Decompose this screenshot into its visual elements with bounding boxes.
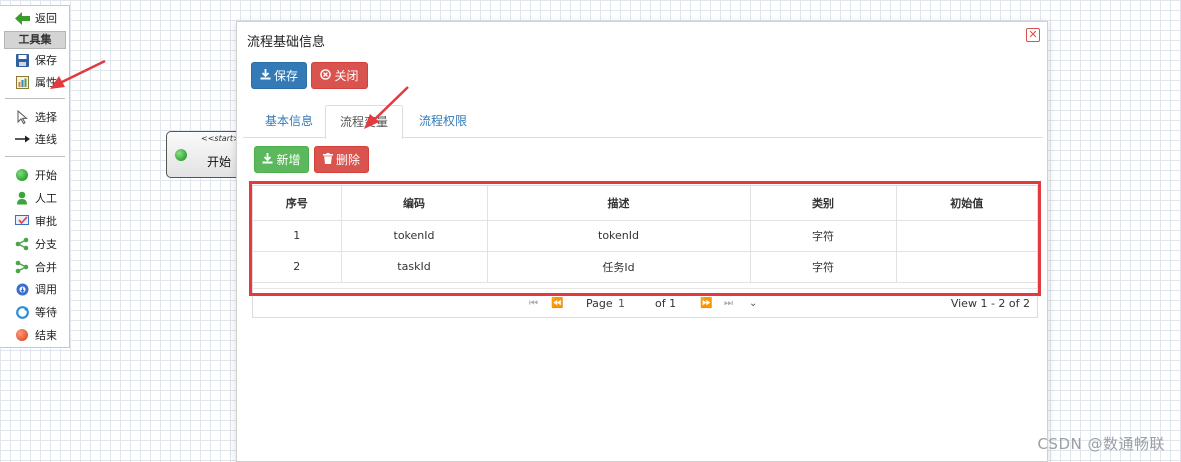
- table-cell: 字符: [750, 220, 897, 252]
- table-cell: 1: [253, 220, 342, 252]
- page-label: Page: [586, 297, 613, 310]
- toolbox-node-subprocess[interactable]: 调用: [14, 280, 70, 298]
- cursor-icon: [14, 109, 30, 125]
- table-cell: [896, 220, 1037, 252]
- connector-arrow-icon: [14, 131, 30, 147]
- table-cell: 字符: [750, 251, 897, 283]
- column-header-description[interactable]: 描述: [487, 186, 751, 221]
- toolbox-panel: 返回 工具集 保存 属性 选择 连线 开始 人工 审批 分支 合并 调用 等待 …: [0, 5, 70, 348]
- toolbox-select[interactable]: 选择: [14, 108, 70, 126]
- toolbox-divider: [5, 156, 65, 157]
- save-button-label: 保存: [273, 69, 298, 83]
- process-info-dialog: 流程基础信息 ✕ 保存 关闭 基本信息 流程变量 流程权限 新增 删除 序号 编…: [236, 21, 1048, 462]
- toolbox-node-start-label: 开始: [35, 169, 57, 182]
- toolbox-connect[interactable]: 连线: [14, 130, 70, 148]
- tab-basic-info[interactable]: 基本信息: [251, 105, 327, 138]
- toolbox-node-end-label: 结束: [35, 329, 57, 342]
- toolbox-properties-label: 属性: [35, 76, 57, 89]
- table-cell: 2: [253, 251, 342, 283]
- download-icon: [262, 152, 273, 167]
- end-node-icon: [14, 327, 30, 343]
- pager: ⏮ ⏪ Page 1 of 1 ⏩ ⏭ ⌄ View 1 - 2 of 2: [252, 288, 1038, 318]
- toolbox-node-join-label: 合并: [35, 261, 57, 274]
- toolbox-node-subprocess-label: 调用: [35, 283, 57, 296]
- start-node-icon: [175, 149, 187, 161]
- toolbox-node-fork[interactable]: 分支: [14, 235, 70, 253]
- delete-button-label: 删除: [335, 153, 360, 167]
- toolbox-back[interactable]: 返回: [14, 9, 70, 27]
- start-node-label: 开始: [207, 155, 232, 169]
- variables-table: 序号 编码 描述 类别 初始值 1 tokenId tokenId 字符 2 t…: [253, 186, 1037, 283]
- toolbox-properties[interactable]: 属性: [14, 73, 70, 91]
- table-header-row: 序号 编码 描述 类别 初始值: [253, 186, 1037, 221]
- trash-icon: [322, 152, 333, 167]
- back-arrow-icon: [14, 10, 30, 26]
- page-input[interactable]: 1: [618, 297, 625, 310]
- toolbox-node-fork-label: 分支: [35, 238, 57, 251]
- table-cell: 任务Id: [487, 251, 751, 283]
- toolbox-header: 工具集: [4, 31, 66, 49]
- toolbox-node-end[interactable]: 结束: [14, 326, 70, 344]
- wait-icon: [14, 304, 30, 320]
- download-icon: [260, 68, 271, 83]
- table-cell: tokenId: [487, 220, 751, 252]
- toolbox-node-user-label: 人工: [35, 192, 57, 205]
- toolbox-save[interactable]: 保存: [14, 51, 70, 69]
- save-button[interactable]: 保存: [251, 62, 307, 89]
- prev-page-icon[interactable]: ⏪: [551, 298, 563, 309]
- column-header-type[interactable]: 类别: [750, 186, 897, 221]
- toolbox-back-label: 返回: [35, 12, 57, 25]
- toolbox-node-join[interactable]: 合并: [14, 258, 70, 276]
- column-header-initial-value[interactable]: 初始值: [896, 186, 1037, 221]
- add-button[interactable]: 新增: [254, 146, 309, 173]
- user-task-icon: [14, 190, 30, 206]
- toolbox-node-wait[interactable]: 等待: [14, 303, 70, 321]
- properties-icon: [14, 74, 30, 90]
- table-cell: taskId: [341, 251, 488, 283]
- subprocess-icon: [14, 281, 30, 297]
- start-node[interactable]: <<start>> 开始: [166, 131, 246, 178]
- fork-icon: [14, 236, 30, 252]
- table-row[interactable]: 1 tokenId tokenId 字符: [253, 220, 1037, 252]
- toolbox-node-user[interactable]: 人工: [14, 189, 70, 207]
- toolbox-divider: [5, 98, 65, 99]
- add-button-label: 新增: [276, 153, 301, 167]
- toolbox-node-start[interactable]: 开始: [14, 166, 70, 184]
- toolbox-node-approval[interactable]: 审批: [14, 212, 70, 230]
- first-page-icon[interactable]: ⏮: [529, 298, 538, 309]
- start-node-icon: [14, 167, 30, 183]
- table-row[interactable]: 2 taskId 任务Id 字符: [253, 251, 1037, 283]
- toolbox-connect-label: 连线: [35, 133, 57, 146]
- close-icon[interactable]: ✕: [1026, 28, 1040, 42]
- toolbox-node-approval-label: 审批: [35, 215, 57, 228]
- column-header-index[interactable]: 序号: [253, 186, 342, 221]
- table-cell: [896, 251, 1037, 283]
- close-button-label: 关闭: [334, 69, 359, 83]
- toolbox-save-label: 保存: [35, 54, 57, 67]
- tab-process-variables[interactable]: 流程变量: [325, 105, 404, 139]
- toolbox-select-label: 选择: [35, 111, 57, 124]
- watermark: CSDN @数通畅联: [1037, 435, 1165, 453]
- page-total: of 1: [655, 297, 677, 310]
- approval-icon: [14, 213, 30, 229]
- tab-process-permissions[interactable]: 流程权限: [405, 105, 481, 138]
- toolbox-node-wait-label: 等待: [35, 306, 57, 319]
- dialog-title: 流程基础信息: [247, 35, 326, 50]
- last-page-icon[interactable]: ⏭: [724, 298, 733, 309]
- table-cell: tokenId: [341, 220, 488, 252]
- next-page-icon[interactable]: ⏩: [700, 298, 712, 309]
- join-icon: [14, 259, 30, 275]
- chevron-down-icon[interactable]: ⌄: [749, 298, 757, 309]
- tab-bar: 基本信息 流程变量 流程权限: [243, 105, 1043, 139]
- close-button[interactable]: 关闭: [311, 62, 368, 89]
- view-range-text: View 1 - 2 of 2: [950, 297, 1030, 310]
- column-header-code[interactable]: 编码: [341, 186, 488, 221]
- close-circle-icon: [320, 68, 332, 83]
- floppy-disk-icon: [14, 52, 30, 68]
- delete-button[interactable]: 删除: [314, 146, 369, 173]
